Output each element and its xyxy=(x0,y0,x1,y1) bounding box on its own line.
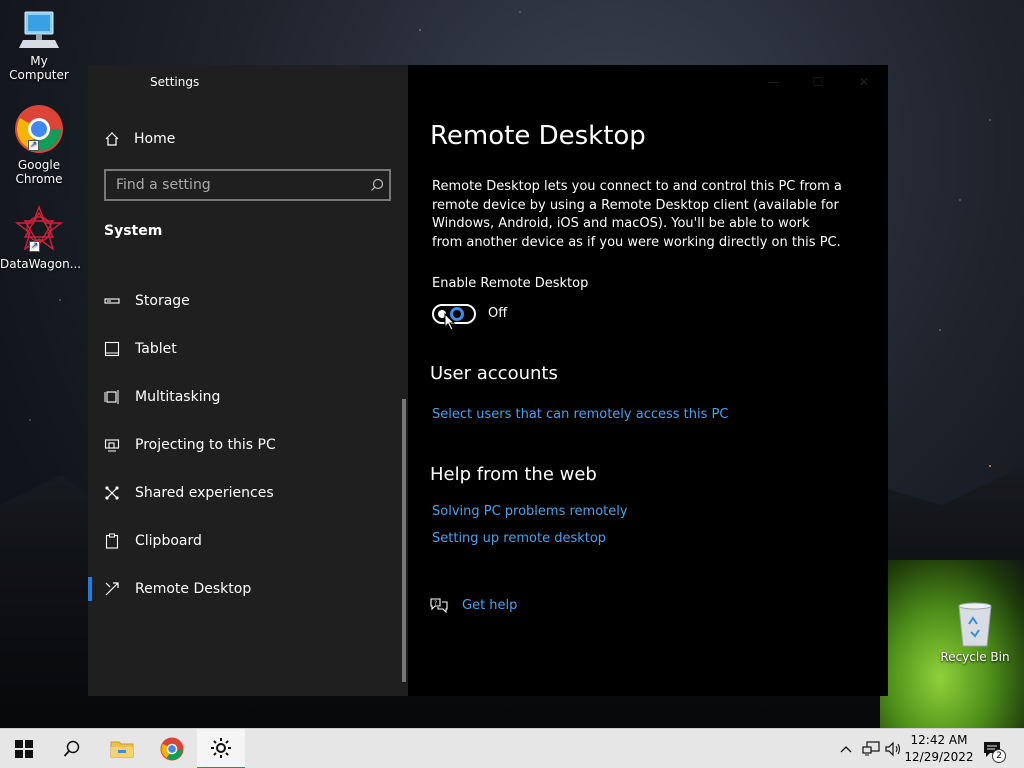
mouse-cursor-icon xyxy=(444,313,456,331)
settings-main-pane: — ☐ ✕ Remote Desktop Remote Desktop lets… xyxy=(408,65,888,696)
sidebar-item-label: Tablet xyxy=(135,341,177,357)
desktop-icon-datawagon[interactable]: ↗ DataWagon... xyxy=(0,205,82,271)
clipboard-icon xyxy=(104,533,120,549)
sidebar-item-tablet[interactable]: Tablet xyxy=(88,325,404,373)
select-users-link[interactable]: Select users that can remotely access th… xyxy=(432,407,728,422)
notification-count-badge: 2 xyxy=(992,749,1006,763)
window-title: Settings xyxy=(150,75,200,89)
desktop-icon-label: My Computer xyxy=(9,54,69,82)
search-icon xyxy=(63,740,80,757)
search-icon[interactable] xyxy=(365,178,389,192)
show-hidden-icons-chevron-up-icon[interactable] xyxy=(836,739,856,759)
shortcut-arrow-icon: ↗ xyxy=(28,140,39,151)
sidebar-item-label: Projecting to this PC xyxy=(135,437,276,453)
sidebar-item-storage[interactable]: Storage xyxy=(88,277,404,325)
projecting-icon xyxy=(104,437,120,453)
sidebar-item-label: Shared experiences xyxy=(135,485,274,501)
multitasking-icon xyxy=(104,389,120,405)
sidebar-item-label: Clipboard xyxy=(135,533,202,549)
taskbar-clock[interactable]: 12:42 AM 12/29/2022 xyxy=(900,732,978,766)
settings-taskbar-button[interactable] xyxy=(197,729,245,768)
solving-pc-problems-link[interactable]: Solving PC problems remotely xyxy=(432,504,628,519)
sidebar-scrollbar[interactable] xyxy=(402,399,406,682)
clock-date: 12/29/2022 xyxy=(904,750,974,764)
search-box[interactable] xyxy=(104,169,391,201)
sidebar-item-multitasking[interactable]: Multitasking xyxy=(88,373,404,421)
section-label-system: System xyxy=(104,223,163,239)
help-heading: Help from the web xyxy=(430,464,597,485)
storage-icon xyxy=(104,293,120,309)
windows-logo-icon xyxy=(15,740,33,758)
shared-experiences-icon xyxy=(104,485,120,501)
gear-icon xyxy=(211,738,231,758)
sidebar-item-shared-experiences[interactable]: Shared experiences xyxy=(88,469,404,517)
search-taskbar-button[interactable] xyxy=(48,729,96,768)
search-input[interactable] xyxy=(106,177,365,193)
chrome-icon xyxy=(160,737,184,761)
toggle-state-text: Off xyxy=(488,306,508,321)
remote-desktop-icon xyxy=(104,581,120,597)
sidebar-item-clipboard[interactable]: Clipboard xyxy=(88,517,404,565)
clock-time: 12:42 AM xyxy=(910,733,968,747)
home-icon xyxy=(105,132,119,146)
maximize-button[interactable]: ☐ xyxy=(798,71,838,93)
sidebar-item-projecting[interactable]: Projecting to this PC xyxy=(88,421,404,469)
sidebar-home[interactable]: Home xyxy=(104,129,175,149)
tablet-icon xyxy=(104,341,120,357)
sidebar-item-label: Multitasking xyxy=(135,389,221,405)
sidebar-item-remote-desktop[interactable]: Remote Desktop xyxy=(88,565,404,613)
network-icon[interactable] xyxy=(861,739,881,759)
desktop-icon-recycle-bin[interactable]: Recycle Bin xyxy=(936,602,1014,664)
minimize-button[interactable]: — xyxy=(754,71,794,93)
user-accounts-heading: User accounts xyxy=(430,363,558,384)
sidebar-item-label: Storage xyxy=(135,293,190,309)
file-explorer-button[interactable] xyxy=(98,729,146,768)
folder-icon xyxy=(110,741,134,758)
page-title: Remote Desktop xyxy=(430,121,646,151)
desktop-icon-my-computer[interactable]: My Computer xyxy=(0,8,78,82)
shortcut-arrow-icon: ↗ xyxy=(29,241,40,252)
taskbar: 12:42 AM 12/29/2022 2 xyxy=(0,728,1024,768)
toggle-label: Enable Remote Desktop xyxy=(432,276,589,291)
settings-window: Settings Home System Storage xyxy=(88,65,888,696)
home-label: Home xyxy=(134,131,176,147)
close-button[interactable]: ✕ xyxy=(844,71,884,93)
chrome-taskbar-button[interactable] xyxy=(148,729,196,768)
svg-text:?: ? xyxy=(434,600,437,607)
get-help-icon: ? xyxy=(430,598,448,613)
setting-up-remote-desktop-link[interactable]: Setting up remote desktop xyxy=(432,531,606,546)
sidebar-item-label: Remote Desktop xyxy=(135,581,252,597)
desktop-icon-label: Recycle Bin xyxy=(940,650,1010,664)
get-help[interactable]: ? Get help xyxy=(430,597,517,613)
chrome-icon xyxy=(15,105,63,153)
get-help-link[interactable]: Get help xyxy=(462,598,517,613)
sidebar-nav: Storage Tablet Multitasking Projecting t… xyxy=(88,277,404,613)
start-button[interactable] xyxy=(0,729,48,768)
settings-sidebar: Settings Home System Storage xyxy=(88,65,408,696)
desktop-icon-label: Google Chrome xyxy=(15,158,63,186)
desktop-icon-google-chrome[interactable]: ↗ Google Chrome xyxy=(0,104,78,186)
page-description: Remote Desktop lets you connect to and c… xyxy=(432,179,842,250)
computer-icon xyxy=(19,11,59,48)
recycle-bin-icon xyxy=(958,602,992,647)
desktop-icon-label: DataWagon... xyxy=(0,257,82,271)
